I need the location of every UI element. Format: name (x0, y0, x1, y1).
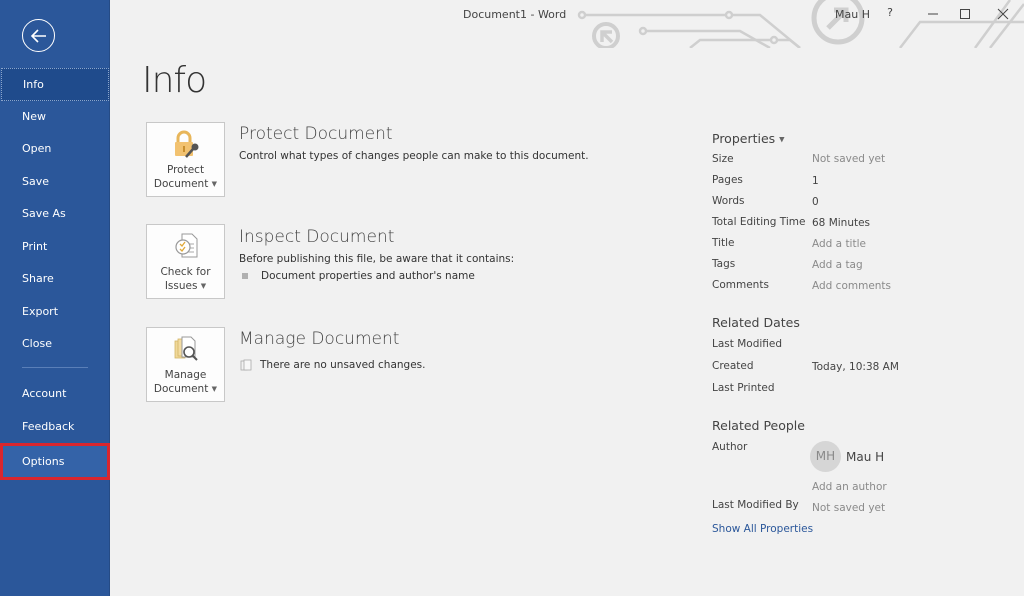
page-title: Info (142, 60, 207, 101)
property-label: Total Editing Time (712, 216, 806, 228)
sidebar-item-feedback[interactable]: Feedback (0, 411, 110, 444)
document-versions-icon (240, 359, 252, 371)
lock-key-icon (174, 130, 198, 158)
property-value: Not saved yet (812, 502, 886, 514)
sidebar-item-share[interactable]: Share (0, 263, 110, 296)
sidebar-item-new[interactable]: New (0, 101, 110, 134)
tags-input[interactable]: Add a tag (812, 259, 863, 271)
properties-dropdown[interactable]: Properties ▼ (712, 131, 785, 146)
related-dates-title: Related Dates (712, 315, 800, 330)
property-label: Tags (712, 258, 736, 270)
protect-document-label-1: Protect (166, 164, 205, 176)
protect-document-button[interactable]: Protect Document ▼ (146, 122, 225, 197)
sidebar-item-save[interactable]: Save (0, 166, 110, 199)
property-label: Last Modified (712, 338, 783, 350)
author-name[interactable]: Mau H (846, 450, 884, 464)
property-label: Title (712, 237, 735, 249)
sidebar-item-save-as[interactable]: Save As (0, 198, 110, 231)
protect-document-description: Control what types of changes people can… (239, 150, 589, 162)
bullet-square-icon (242, 273, 248, 279)
protect-document-label-2: Document ▼ (147, 177, 224, 191)
check-for-issues-button[interactable]: Check for Issues ▼ (146, 224, 225, 299)
check-for-issues-label-2: Issues ▼ (147, 279, 224, 293)
minimize-icon (928, 13, 938, 15)
sidebar-item-options[interactable]: Options (0, 443, 110, 480)
related-people-title: Related People (712, 418, 805, 433)
property-label: Size (712, 153, 734, 165)
sidebar-nav-lower: Account Feedback Options (0, 378, 110, 480)
avatar[interactable]: MH (810, 441, 841, 472)
check-for-issues-label-1: Check for (160, 266, 211, 278)
window-title: Document1 - Word (463, 8, 567, 21)
inspect-document-description: Before publishing this file, be aware th… (239, 253, 515, 265)
property-value: 1 (812, 175, 819, 187)
properties-panel: Properties ▼ Size Not saved yet Pages 1 … (712, 128, 1012, 535)
comments-input[interactable]: Add comments (812, 280, 891, 292)
property-label: Created (712, 360, 754, 372)
manage-document-title: Manage Document (239, 329, 400, 349)
close-button[interactable] (988, 4, 1018, 24)
minimize-button[interactable] (918, 4, 948, 24)
property-label: Pages (712, 174, 743, 186)
property-value: 68 Minutes (812, 217, 871, 229)
property-label: Comments (712, 279, 769, 291)
sidebar-divider (22, 367, 88, 368)
inspect-document-icon (174, 233, 197, 258)
add-author-input[interactable]: Add an author (812, 481, 887, 493)
manage-document-label-2: Document ▼ (147, 382, 224, 396)
manage-document-button[interactable]: Manage Document ▼ (146, 327, 225, 402)
backstage-sidebar: Info New Open Save Save As Print Share E… (0, 0, 110, 596)
maximize-icon (960, 9, 970, 19)
sidebar-item-info[interactable]: Info (1, 68, 109, 101)
back-arrow-icon (30, 28, 46, 43)
protect-document-title: Protect Document (239, 124, 393, 144)
property-label: Author (712, 441, 748, 453)
show-all-properties-link[interactable]: Show All Properties (712, 523, 813, 535)
dropdown-caret-icon: ▼ (211, 180, 218, 188)
manage-document-status: There are no unsaved changes. (240, 359, 426, 371)
property-label: Last Modified By (712, 499, 799, 511)
help-button[interactable]: ? (882, 6, 898, 19)
title-input[interactable]: Add a title (812, 238, 866, 250)
manage-document-label-1: Manage (164, 369, 207, 381)
back-button[interactable] (22, 19, 55, 52)
close-icon (997, 8, 1009, 20)
property-value: Today, 10:38 AM (812, 361, 899, 373)
maximize-button[interactable] (950, 4, 980, 24)
dropdown-caret-icon: ▼ (779, 135, 785, 144)
manage-versions-icon (174, 336, 198, 361)
inspect-document-bullet: Document properties and author's name (242, 270, 475, 282)
property-label: Last Printed (712, 382, 775, 394)
title-bar: Document1 - Word Mau H ? (110, 0, 1024, 48)
sidebar-item-close[interactable]: Close (0, 328, 110, 361)
sidebar-nav: Info New Open Save Save As Print Share E… (0, 68, 110, 361)
manage-status-text: There are no unsaved changes. (260, 359, 426, 371)
property-label: Words (712, 195, 745, 207)
sidebar-item-export[interactable]: Export (0, 296, 110, 329)
property-value: Not saved yet (812, 153, 886, 165)
inspect-bullet-text: Document properties and author's name (261, 270, 475, 282)
dropdown-caret-icon: ▼ (200, 282, 207, 290)
dropdown-caret-icon: ▼ (211, 385, 218, 393)
check-for-issues-label-text: Issues (164, 280, 198, 292)
inspect-document-title: Inspect Document (239, 227, 395, 247)
property-value: 0 (812, 196, 819, 208)
properties-title: Properties (712, 131, 776, 146)
sidebar-item-open[interactable]: Open (0, 133, 110, 166)
protect-document-label-text: Document (153, 178, 209, 190)
manage-document-label-text: Document (153, 383, 209, 395)
signed-in-user[interactable]: Mau H (835, 8, 870, 21)
sidebar-item-account[interactable]: Account (0, 378, 110, 411)
sidebar-item-print[interactable]: Print (0, 231, 110, 264)
